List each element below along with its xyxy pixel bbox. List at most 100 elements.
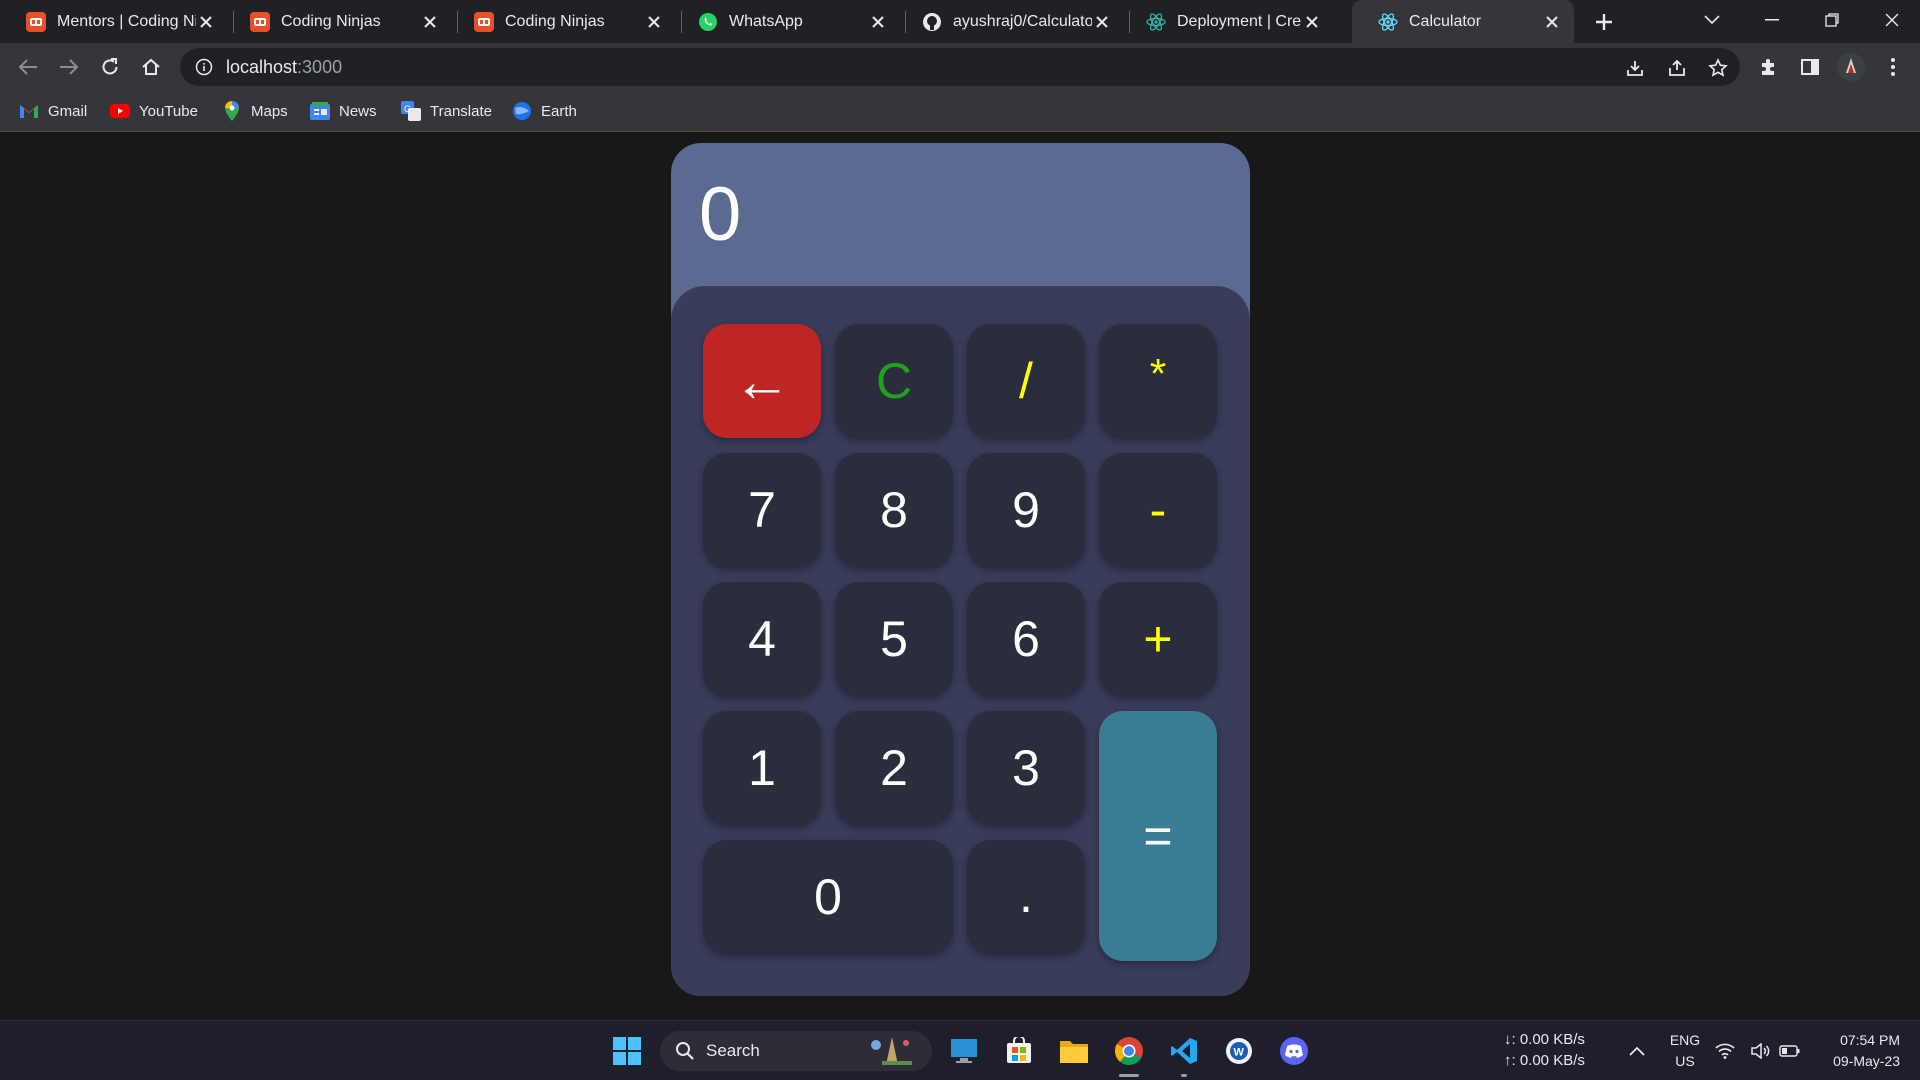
- minimize-icon[interactable]: [1744, 0, 1800, 40]
- home-icon[interactable]: [135, 51, 167, 83]
- vscode-icon[interactable]: [1164, 1031, 1204, 1077]
- earth-globe-icon: [512, 101, 532, 121]
- file-explorer-icon[interactable]: [1054, 1031, 1094, 1071]
- tab-coding-ninjas-2[interactable]: Coding Ninjas: [448, 0, 676, 43]
- tab-github-calculator[interactable]: ayushraj0/Calculator: [896, 0, 1124, 43]
- digit-4-button[interactable]: 4: [703, 582, 821, 696]
- plus-button[interactable]: +: [1099, 582, 1217, 696]
- windows-start-icon[interactable]: [607, 1031, 647, 1071]
- volume-icon[interactable]: [1749, 1031, 1773, 1071]
- chevron-up-icon[interactable]: [1617, 1031, 1657, 1071]
- back-arrow-icon[interactable]: [12, 51, 44, 83]
- bookmark-maps[interactable]: Maps: [222, 91, 288, 131]
- digit-6-button[interactable]: 6: [967, 582, 1085, 696]
- reload-icon[interactable]: [94, 51, 126, 83]
- url-text[interactable]: localhost:3000: [226, 57, 342, 78]
- browser-toolbar: localhost:3000: [0, 43, 1920, 91]
- tab-calculator[interactable]: Calculator: [1352, 0, 1574, 43]
- divide-button[interactable]: /: [967, 324, 1085, 438]
- bookmark-star-icon[interactable]: [1707, 57, 1729, 79]
- search-highlight-icon: [862, 1035, 922, 1072]
- bookmark-gmail[interactable]: Gmail: [19, 91, 87, 131]
- discord-icon[interactable]: [1274, 1031, 1314, 1071]
- side-panel-icon[interactable]: [1795, 52, 1825, 82]
- keyboard-layout-indicator[interactable]: US: [1668, 1051, 1702, 1071]
- digit-5-button[interactable]: 5: [835, 582, 953, 696]
- equals-button[interactable]: =: [1099, 711, 1217, 961]
- calculator-keypad: ← C / * 7 8 9 - 4 5 6 + 1 2 3 = 0 .: [671, 286, 1250, 996]
- close-icon[interactable]: [644, 12, 664, 32]
- digit-0-button[interactable]: 0: [703, 840, 953, 954]
- bookmark-label: YouTube: [139, 102, 198, 120]
- url-port: :3000: [297, 56, 343, 77]
- gmail-icon: [19, 101, 39, 121]
- active-app-indicator: [1119, 1074, 1139, 1077]
- bookmark-earth[interactable]: Earth: [512, 91, 577, 131]
- extensions-icon[interactable]: [1753, 52, 1783, 82]
- menu-dots-icon[interactable]: [1878, 52, 1908, 82]
- microsoft-store-icon[interactable]: [999, 1031, 1039, 1071]
- youtube-icon: [110, 101, 130, 121]
- bookmark-news[interactable]: News: [310, 91, 377, 131]
- clock-date[interactable]: 09-May-23: [1820, 1051, 1900, 1071]
- network-speed-down: ↓: 0.00 KB/s: [1504, 1031, 1585, 1048]
- bookmark-label: Translate: [430, 102, 492, 120]
- close-icon[interactable]: [1092, 12, 1112, 32]
- address-bar[interactable]: localhost:3000: [180, 48, 1740, 86]
- new-tab-button[interactable]: [1590, 8, 1618, 36]
- word-app-icon[interactable]: W: [1219, 1031, 1259, 1071]
- tab-strip: Mentors | Coding Ni Coding Ninjas Coding…: [0, 0, 1920, 43]
- bookmarks-bar: Gmail YouTube Maps News G Translate Eart…: [0, 91, 1920, 132]
- multiply-button[interactable]: *: [1099, 324, 1217, 438]
- info-icon[interactable]: [194, 57, 214, 77]
- tab-title: Calculator: [1409, 12, 1482, 30]
- install-app-icon[interactable]: [1624, 57, 1646, 79]
- clock-time[interactable]: 07:54 PM: [1820, 1030, 1900, 1050]
- bookmark-label: Gmail: [48, 102, 88, 120]
- digit-1-button[interactable]: 1: [703, 711, 821, 825]
- battery-icon[interactable]: [1778, 1031, 1802, 1071]
- clear-button[interactable]: C: [835, 324, 953, 438]
- language-indicator[interactable]: ENG: [1668, 1030, 1702, 1050]
- close-icon[interactable]: [1302, 12, 1322, 32]
- minus-button[interactable]: -: [1099, 453, 1217, 567]
- tab-coding-ninjas-1[interactable]: Coding Ninjas: [224, 0, 452, 43]
- bookmark-translate[interactable]: G Translate: [401, 91, 492, 131]
- digit-8-button[interactable]: 8: [835, 453, 953, 567]
- close-icon[interactable]: [868, 12, 888, 32]
- windows-taskbar: Search W ↓: 0.00 KB/s ↑: 0.00 KB/s ENG U…: [0, 1020, 1920, 1080]
- search-icon: [674, 1040, 696, 1062]
- svg-text:G: G: [404, 104, 411, 114]
- profile-avatar[interactable]: [1836, 52, 1866, 82]
- bookmark-youtube[interactable]: YouTube: [110, 91, 198, 131]
- search-label: Search: [706, 1041, 760, 1060]
- wifi-icon[interactable]: [1713, 1031, 1737, 1071]
- tab-search-chevron-icon[interactable]: [1684, 0, 1740, 40]
- chrome-icon[interactable]: [1109, 1031, 1149, 1077]
- forward-arrow-icon[interactable]: [53, 51, 85, 83]
- restore-icon[interactable]: [1804, 0, 1860, 40]
- tab-mentors-coding-ninjas[interactable]: Mentors | Coding Ni: [0, 0, 228, 43]
- left-arrow-icon: ←: [733, 348, 791, 414]
- running-app-indicator: [1181, 1074, 1187, 1077]
- digit-3-button[interactable]: 3: [967, 711, 1085, 825]
- close-icon[interactable]: [1542, 12, 1562, 32]
- tab-deployment[interactable]: Deployment | Create: [1120, 0, 1334, 43]
- digit-7-button[interactable]: 7: [703, 453, 821, 567]
- digit-2-button[interactable]: 2: [835, 711, 953, 825]
- share-icon[interactable]: [1666, 57, 1688, 79]
- desktop-icon[interactable]: [944, 1031, 984, 1071]
- digit-9-button[interactable]: 9: [967, 453, 1085, 567]
- decimal-button[interactable]: .: [967, 840, 1085, 954]
- tab-title: Deployment | Create: [1177, 12, 1302, 30]
- backspace-button[interactable]: ←: [703, 324, 821, 438]
- url-host: localhost: [226, 56, 298, 77]
- taskbar-search[interactable]: Search: [660, 1031, 932, 1071]
- close-icon[interactable]: [196, 12, 216, 32]
- window-close-icon[interactable]: [1864, 0, 1920, 40]
- close-icon[interactable]: [420, 12, 440, 32]
- coding-ninjas-icon: [250, 11, 270, 32]
- translate-icon: G: [401, 101, 421, 121]
- tab-whatsapp[interactable]: WhatsApp: [672, 0, 900, 43]
- tab-title: WhatsApp: [729, 12, 803, 30]
